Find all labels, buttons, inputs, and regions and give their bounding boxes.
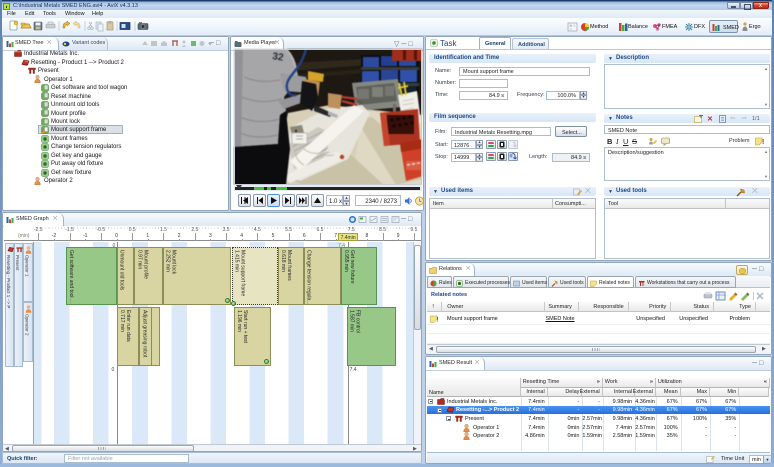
svg-text:!: ! <box>437 316 439 323</box>
svg-text:!: ! <box>762 139 764 146</box>
